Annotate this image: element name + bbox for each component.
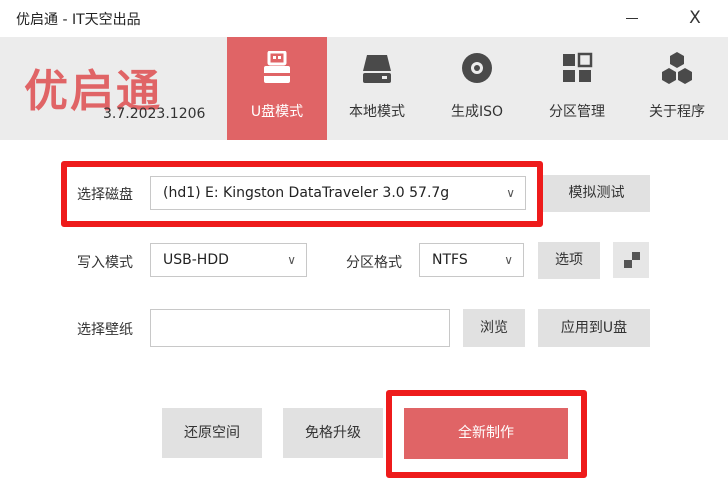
partition-format-label: 分区格式 <box>346 255 402 271</box>
browse-button[interactable]: 浏览 <box>463 309 525 347</box>
write-mode-label: 写入模式 <box>77 255 133 271</box>
simulate-test-button[interactable]: 模拟测试 <box>543 175 650 212</box>
partition-grid-icon <box>563 52 593 82</box>
create-new-button[interactable]: 全新制作 <box>404 408 568 459</box>
squares-icon <box>624 260 632 268</box>
options-button[interactable]: 选项 <box>538 242 600 279</box>
write-mode-value: USB-HDD <box>163 252 229 268</box>
tab-about[interactable]: 关于程序 <box>627 37 727 140</box>
wallpaper-label: 选择壁纸 <box>77 322 133 338</box>
tab-make-iso-label: 生成ISO <box>450 104 504 120</box>
disk-label: 选择磁盘 <box>77 187 133 203</box>
tab-partition-manage[interactable]: 分区管理 <box>527 37 627 140</box>
disk-select-value: (hd1) E: Kingston DataTraveler 3.0 57.7g <box>163 185 450 201</box>
version-label: 3.7.2023.1206 <box>103 106 206 122</box>
wallpaper-input[interactable] <box>150 309 450 347</box>
tab-partition-manage-label: 分区管理 <box>549 104 605 120</box>
write-mode-select[interactable]: USB-HDD ∨ <box>150 243 307 277</box>
disc-icon <box>462 53 492 83</box>
partition-format-value: NTFS <box>432 252 468 268</box>
window-title: 优启通 - IT天空出品 <box>16 12 141 28</box>
layout-toggle-button[interactable] <box>613 242 649 278</box>
squares-icon-part <box>632 252 640 260</box>
tab-local-mode-label: 本地模式 <box>349 104 405 120</box>
usb-drive-icon <box>264 51 290 83</box>
close-button[interactable]: X <box>680 6 710 30</box>
hexagons-icon <box>662 52 692 84</box>
hard-disk-icon <box>363 55 391 83</box>
tab-make-iso[interactable]: 生成ISO <box>427 37 527 140</box>
disk-select[interactable]: (hd1) E: Kingston DataTraveler 3.0 57.7g… <box>150 176 526 210</box>
restore-space-button[interactable]: 还原空间 <box>162 408 262 458</box>
tab-about-label: 关于程序 <box>649 104 705 120</box>
tab-usb-mode-label: U盘模式 <box>250 104 304 120</box>
title-bar: 优启通 - IT天空出品 X <box>0 0 728 37</box>
minimize-icon <box>626 18 638 19</box>
tab-usb-mode[interactable]: U盘模式 <box>227 37 327 140</box>
header-band: 优启通 3.7.2023.1206 U盘模式 本地模式 生成ISO 分区管理 关… <box>0 37 728 140</box>
tab-local-mode[interactable]: 本地模式 <box>327 37 427 140</box>
apply-to-usb-button[interactable]: 应用到U盘 <box>538 309 650 347</box>
chevron-down-icon: ∨ <box>287 253 296 267</box>
chevron-down-icon: ∨ <box>504 253 513 267</box>
partition-format-select[interactable]: NTFS ∨ <box>419 243 524 277</box>
upgrade-no-format-button[interactable]: 免格升级 <box>283 408 383 458</box>
minimize-button[interactable] <box>617 6 647 30</box>
chevron-down-icon: ∨ <box>506 186 515 200</box>
